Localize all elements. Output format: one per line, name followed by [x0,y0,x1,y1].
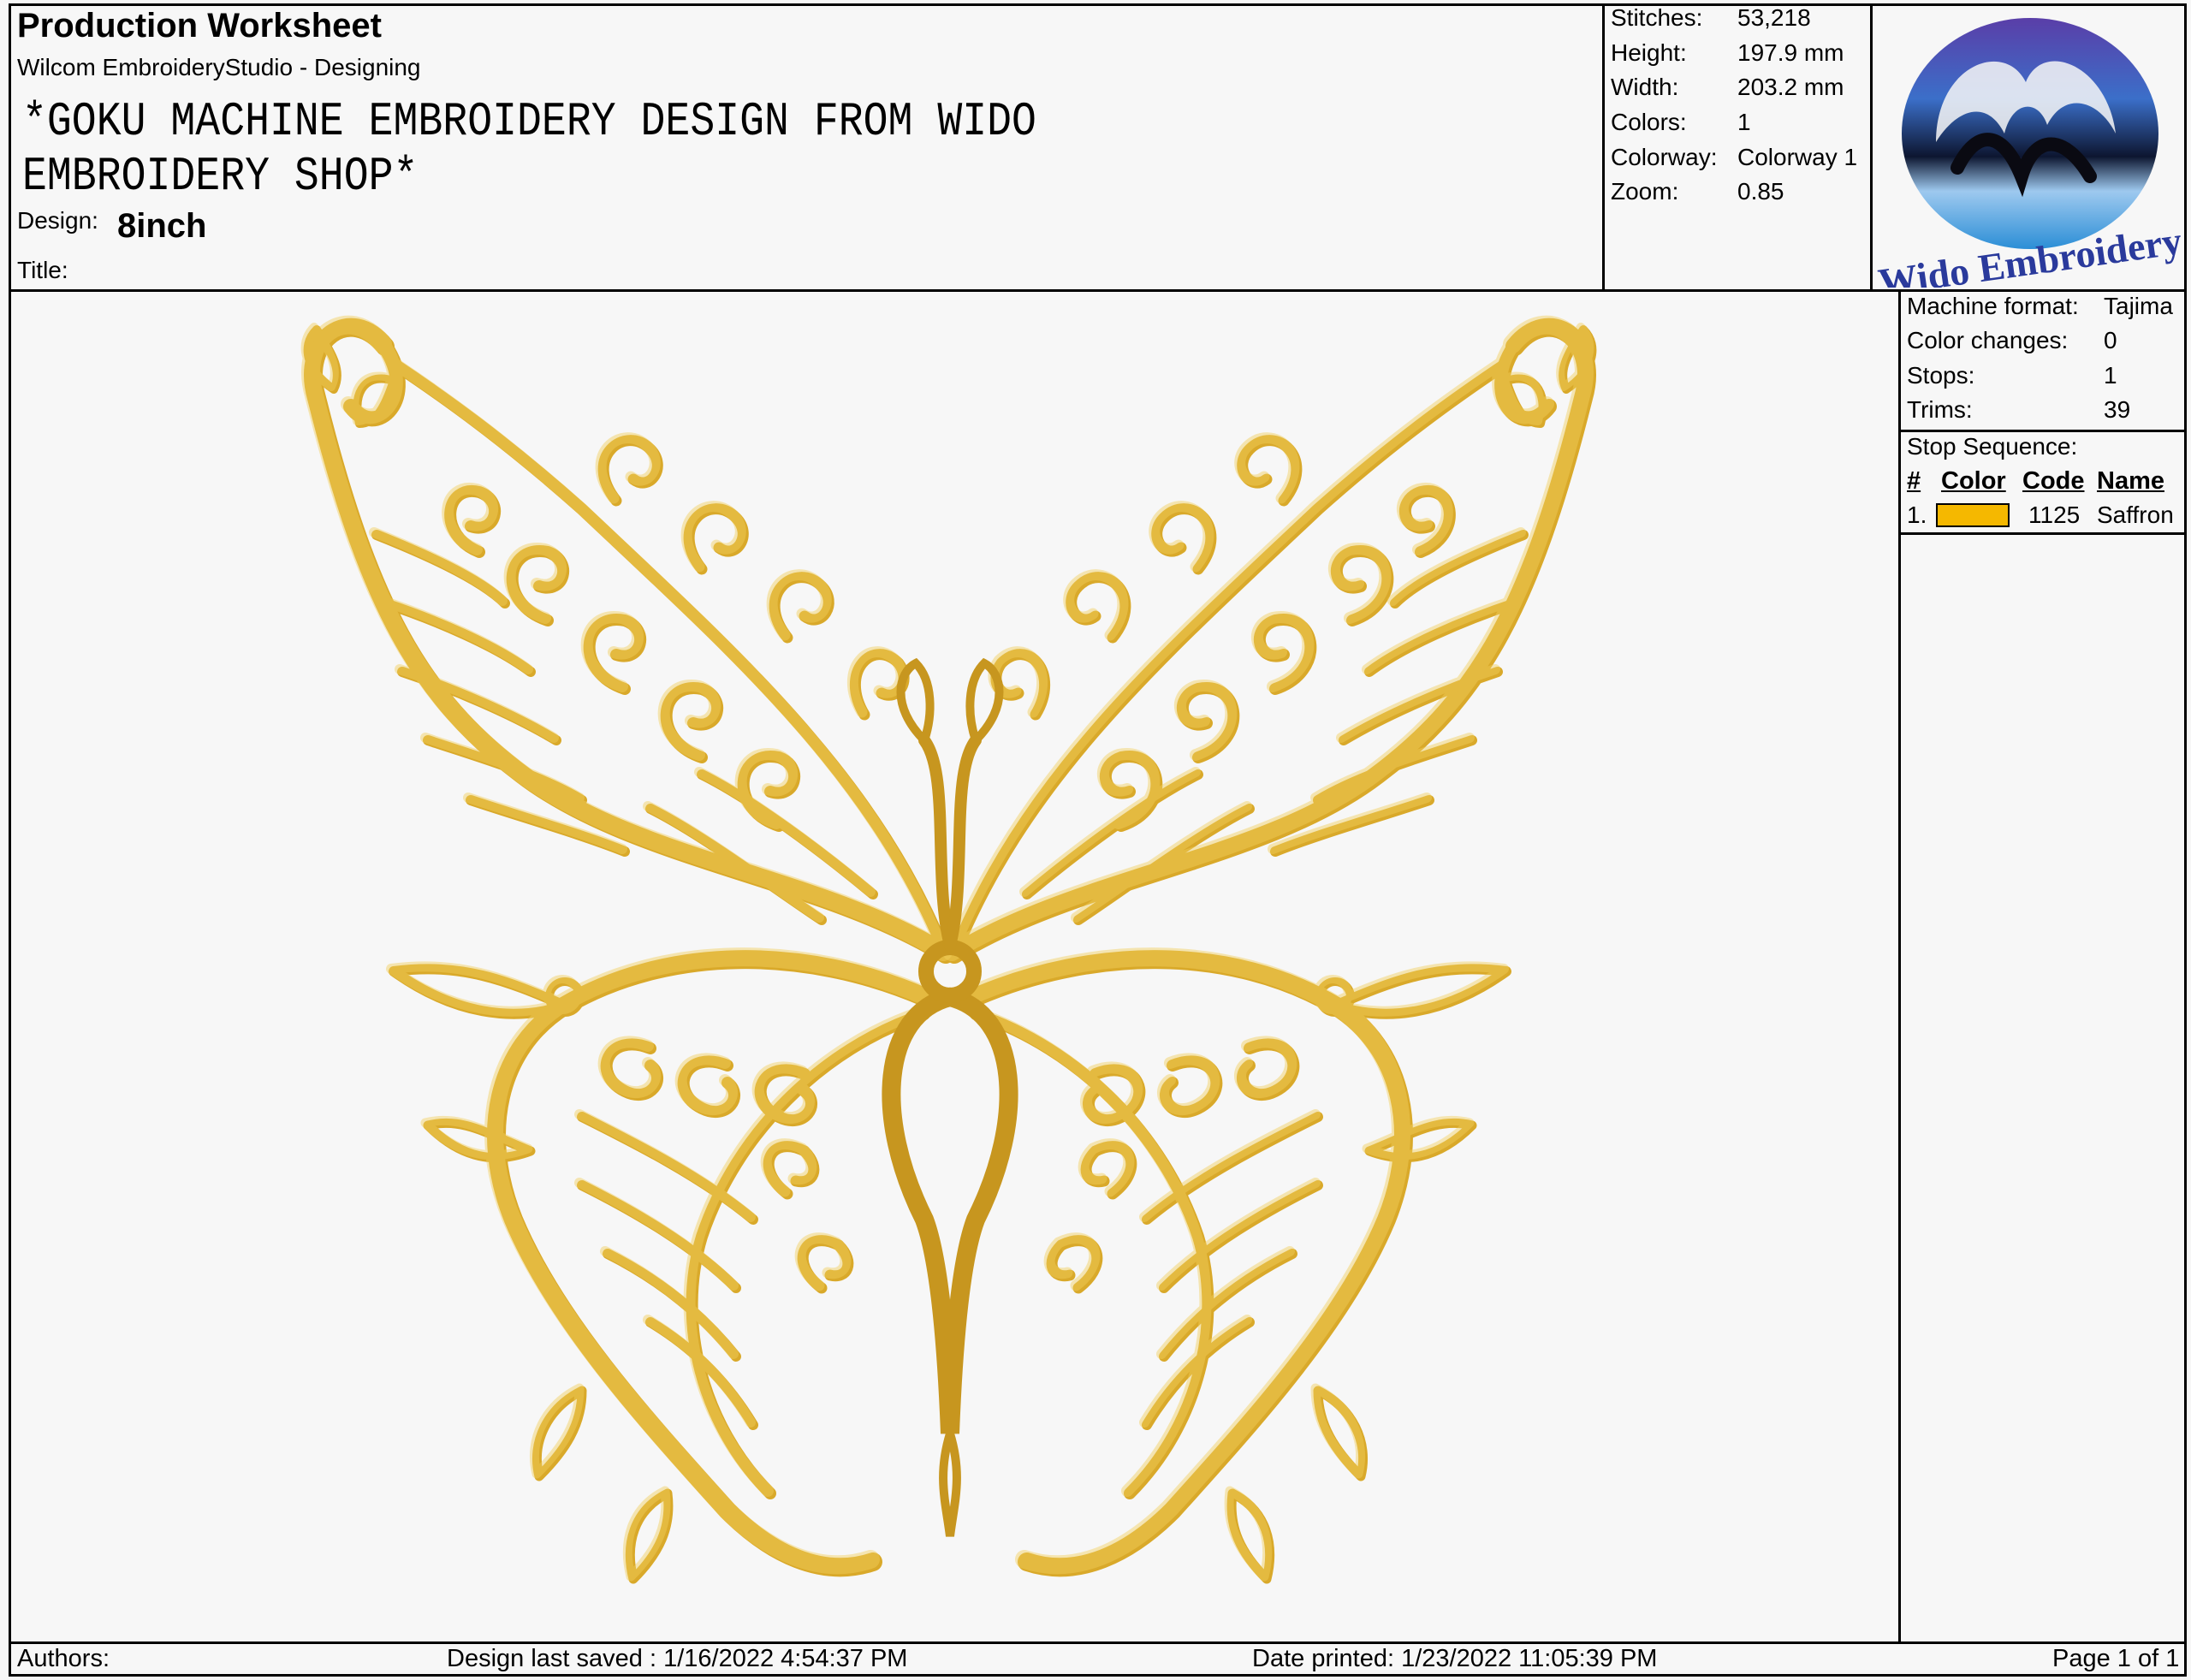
machine-value-trims: 39 [2104,396,2131,423]
title-label: Title: [17,257,68,283]
machine-label-color-changes: Color changes: [1907,327,2069,353]
stop-sequence-title: Stop Sequence: [1907,433,2078,460]
stat-value-zoom: 0.85 [1737,178,1784,205]
machine-value-color-changes: 0 [2104,327,2117,353]
stat-label-zoom: Zoom: [1611,178,1679,205]
stat-value-colorway: Colorway 1 [1737,144,1858,170]
worksheet-title: Production Worksheet [17,7,382,45]
footer-page-number: Page 1 of 1 [2052,1645,2180,1672]
header-divider [9,289,2187,292]
design-value: 8inch [117,207,207,245]
stat-label-colorway: Colorway: [1611,144,1718,170]
footer-authors: Authors: [17,1645,110,1672]
design-name: *GOKU MACHINE EMBROIDERY DESIGN FROM WID… [22,94,1036,204]
stat-label-colors: Colors: [1611,109,1687,135]
side-panel-divider [1898,289,1901,1644]
stat-label-stitches: Stitches: [1611,4,1703,31]
color-swatch-saffron [1936,503,2010,527]
col-header-num: # [1907,467,1921,495]
machine-value-stops: 1 [2104,362,2117,389]
footer-divider [9,1641,2187,1644]
machine-label-stops: Stops: [1907,362,1975,389]
design-label: Design: [17,207,98,234]
col-header-name: Name [2097,467,2164,495]
col-header-code: Code [2022,467,2085,495]
stat-label-height: Height: [1611,39,1687,66]
stat-value-width: 203.2 mm [1737,74,1844,100]
stop-row-num: 1. [1907,502,1927,528]
machine-label-trims: Trims: [1907,396,1973,423]
footer-last-saved: Design last saved : 1/16/2022 4:54:37 PM [447,1645,908,1672]
stop-row-name: Saffron [2097,502,2174,528]
wido-logo: Wido Embroidery [1876,18,2184,288]
butterfly-body [882,657,1018,1537]
stop-row-code: 1125 [2028,502,2081,528]
software-name: Wilcom EmbroideryStudio - Designing [17,54,421,80]
machine-label-format: Machine format: [1907,293,2079,319]
logo-divider [1870,3,1873,291]
stat-label-width: Width: [1611,74,1679,100]
stat-value-height: 197.9 mm [1737,39,1844,66]
stat-value-colors: 1 [1737,109,1751,135]
stats-divider [1602,3,1605,291]
machine-value-format: Tajima [2104,293,2173,319]
butterfly-design-preview [223,295,1677,1639]
footer-date-printed: Date printed: 1/23/2022 11:05:39 PM [1252,1645,1658,1672]
machine-divider [1898,430,2187,432]
stat-value-stitches: 53,218 [1737,4,1811,31]
stop-seq-divider [1898,532,2187,535]
col-header-color: Color [1941,467,2006,495]
